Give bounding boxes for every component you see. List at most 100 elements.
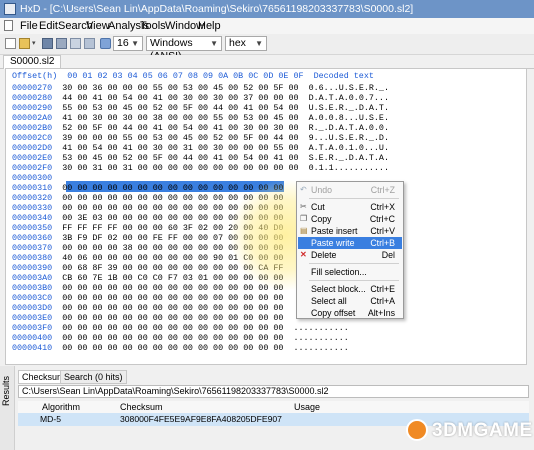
menu-view[interactable]: View bbox=[86, 20, 110, 32]
row-hex-bytes[interactable]: 00 00 00 00 38 00 00 00 00 00 00 00 00 0… bbox=[62, 243, 283, 253]
row-hex-bytes[interactable]: 00 00 00 00 00 00 00 00 00 00 00 00 00 0… bbox=[62, 203, 283, 213]
row-hex-bytes[interactable]: 00 68 8F 39 00 00 00 00 00 00 00 00 00 C… bbox=[62, 263, 283, 273]
column-checksum[interactable]: Checksum bbox=[120, 401, 163, 413]
row-hex-bytes[interactable]: 30 00 31 00 31 00 00 00 00 00 00 00 00 0… bbox=[62, 163, 298, 173]
hex-row[interactable]: 00000410 00 00 00 00 00 00 00 00 00 00 0… bbox=[12, 343, 349, 353]
hex-row[interactable]: 000002A0 41 00 30 00 30 00 38 00 00 00 5… bbox=[12, 113, 389, 123]
row-hex-bytes[interactable]: 00 00 00 00 00 00 00 00 00 00 00 00 00 0… bbox=[62, 343, 283, 353]
hex-row[interactable]: 00000400 00 00 00 00 00 00 00 00 00 00 0… bbox=[12, 333, 349, 343]
row-hex-bytes[interactable]: 3B F9 DF 02 00 00 FE FF 00 00 07 00 00 0… bbox=[62, 233, 283, 243]
hex-row[interactable]: 00000350 FF FF FF FF 00 00 00 60 3F 02 0… bbox=[12, 223, 293, 233]
row-hex-bytes[interactable]: 59 C0 D2 A3 07 36 0B 33 BE 52 9D 0A 8A 5… bbox=[62, 173, 283, 183]
hex-row[interactable]: 00000360 3B F9 DF 02 00 00 FE FF 00 00 0… bbox=[12, 233, 293, 243]
bytes-per-row-select[interactable]: 16 ▼ bbox=[113, 36, 143, 51]
row-decoded-text[interactable]: A.T.A.0.1.0...U. bbox=[309, 143, 389, 153]
row-hex-bytes[interactable]: 41 00 30 00 30 00 38 00 00 00 55 00 53 0… bbox=[62, 113, 298, 123]
row-hex-bytes[interactable]: 00 00 00 00 00 00 00 00 00 00 00 00 00 0… bbox=[62, 333, 283, 343]
menu-help[interactable]: Help bbox=[198, 20, 221, 32]
row-hex-bytes[interactable]: 00 00 00 00 00 00 00 00 00 00 00 00 00 0… bbox=[62, 283, 283, 293]
row-hex-bytes[interactable]: FF FF FF FF 00 00 00 60 3F 02 00 20 00 4… bbox=[62, 223, 283, 233]
row-decoded-text[interactable]: 0.1.1........... bbox=[309, 163, 389, 173]
hex-row[interactable]: 000003A0 CB 60 7E 1B 00 C0 C0 F7 03 01 0… bbox=[12, 273, 293, 283]
hex-row[interactable]: 000003D0 00 00 00 00 00 00 00 00 00 00 0… bbox=[12, 303, 293, 313]
menu-item-delete[interactable]: ✕ Delete Del bbox=[298, 249, 402, 261]
row-hex-bytes[interactable]: 41 00 54 00 41 00 30 00 31 00 30 00 00 0… bbox=[62, 143, 298, 153]
hex-row[interactable]: 00000390 00 68 8F 39 00 00 00 00 00 00 0… bbox=[12, 263, 293, 273]
menu-edit[interactable]: Edit bbox=[39, 20, 58, 32]
hex-row[interactable]: 000003F0 00 00 00 00 00 00 00 00 00 00 0… bbox=[12, 323, 349, 333]
hex-row[interactable]: 000002C0 39 00 00 00 55 00 53 00 45 00 5… bbox=[12, 133, 389, 143]
column-usage[interactable]: Usage bbox=[294, 401, 320, 413]
hex-row[interactable]: 00000340 00 3E 03 00 00 00 00 00 00 00 0… bbox=[12, 213, 293, 223]
menu-item-undo[interactable]: ↶ Undo Ctrl+Z bbox=[298, 184, 402, 196]
hex-row[interactable]: 00000320 00 00 00 00 00 00 00 00 00 00 0… bbox=[12, 193, 293, 203]
hex-row[interactable]: 000002B0 52 00 5F 00 44 00 41 00 54 00 4… bbox=[12, 123, 389, 133]
row-hex-bytes[interactable]: 30 00 36 00 00 00 55 00 53 00 45 00 52 0… bbox=[62, 83, 298, 93]
row-hex-bytes[interactable]: 00 00 00 00 00 00 00 00 00 00 00 00 00 0… bbox=[62, 303, 283, 313]
hex-row[interactable]: 00000290 55 00 53 00 45 00 52 00 5F 00 4… bbox=[12, 103, 389, 113]
charset-select[interactable]: Windows (ANSI) ▼ bbox=[146, 36, 222, 62]
row-decoded-text[interactable]: A.0.0.8...U.S.E. bbox=[309, 113, 389, 123]
save-icon[interactable] bbox=[42, 38, 53, 49]
row-hex-bytes[interactable]: 39 00 00 00 55 00 53 00 45 00 52 00 5F 0… bbox=[62, 133, 298, 143]
row-hex-bytes[interactable]: 00 00 00 00 00 00 00 00 00 00 00 00 00 0… bbox=[62, 183, 283, 193]
document-icon[interactable] bbox=[4, 20, 13, 31]
hex-row[interactable]: 000003B0 00 00 00 00 00 00 00 00 00 00 0… bbox=[12, 283, 293, 293]
row-decoded-text[interactable]: S.E.R._.D.A.T.A. bbox=[309, 153, 389, 163]
menu-item-cut[interactable]: ✂ Cut Ctrl+X bbox=[298, 201, 402, 213]
ram-icon[interactable] bbox=[84, 38, 95, 49]
display-mode-select[interactable]: hex ▼ bbox=[225, 36, 267, 51]
row-decoded-text[interactable]: U.S.E.R._.D.A.T. bbox=[309, 103, 389, 113]
hex-row[interactable]: 00000270 30 00 36 00 00 00 55 00 53 00 4… bbox=[12, 83, 389, 93]
new-file-icon[interactable] bbox=[5, 38, 16, 49]
row-hex-bytes[interactable]: 00 00 00 00 00 00 00 00 00 00 00 00 00 0… bbox=[62, 193, 283, 203]
file-tab[interactable]: S0000.sl2 bbox=[3, 55, 62, 69]
menu-item-paste-write[interactable]: Paste write Ctrl+B bbox=[298, 237, 402, 249]
hex-row[interactable]: 000003E0 00 00 00 00 00 00 00 00 00 00 0… bbox=[12, 313, 293, 323]
row-hex-bytes[interactable]: CB 60 7E 1B 00 C0 C0 F7 03 01 00 00 00 0… bbox=[62, 273, 283, 283]
menu-item-select-block[interactable]: Select block... Ctrl+E bbox=[298, 283, 402, 295]
row-decoded-text[interactable]: 0.6...U.S.E.R._. bbox=[309, 83, 389, 93]
menu-item-paste-insert[interactable]: ▤ Paste insert Ctrl+V bbox=[298, 225, 402, 237]
column-algorithm[interactable]: Algorithm bbox=[42, 401, 80, 413]
row-hex-bytes[interactable]: 00 00 00 00 00 00 00 00 00 00 00 00 00 0… bbox=[62, 293, 283, 303]
hex-row[interactable]: 000002E0 53 00 45 00 52 00 5F 00 44 00 4… bbox=[12, 153, 389, 163]
row-decoded-text[interactable]: ........... bbox=[293, 343, 348, 353]
row-hex-bytes[interactable]: 53 00 45 00 52 00 5F 00 44 00 41 00 54 0… bbox=[62, 153, 298, 163]
menu-item-fill-selection[interactable]: Fill selection... bbox=[298, 266, 402, 278]
hex-row[interactable]: 00000370 00 00 00 00 38 00 00 00 00 00 0… bbox=[12, 243, 293, 253]
row-decoded-text[interactable]: ........... bbox=[293, 323, 348, 333]
row-hex-bytes[interactable]: 00 00 00 00 00 00 00 00 00 00 00 00 00 0… bbox=[62, 323, 283, 333]
tab-search[interactable]: Search (0 hits) bbox=[60, 370, 127, 384]
row-hex-bytes[interactable]: 40 06 00 00 00 00 00 00 00 00 90 01 C0 0… bbox=[62, 253, 283, 263]
row-decoded-text[interactable]: ........... bbox=[293, 333, 348, 343]
row-decoded-text[interactable]: D.A.T.A.0.0.7... bbox=[309, 93, 389, 103]
bytes-per-row-value: 16 bbox=[117, 37, 129, 49]
row-decoded-text[interactable]: R._.D.A.T.A.0.0. bbox=[309, 123, 389, 133]
hex-row[interactable]: 00000380 40 06 00 00 00 00 00 00 00 00 9… bbox=[12, 253, 293, 263]
hex-row[interactable]: 00000300 59 C0 D2 A3 07 36 0B 33 BE 52 9… bbox=[12, 173, 293, 183]
row-hex-bytes[interactable]: 00 3E 03 00 00 00 00 00 00 00 00 00 00 0… bbox=[62, 213, 283, 223]
menu-item-copy[interactable]: ❐ Copy Ctrl+C bbox=[298, 213, 402, 225]
hex-editor[interactable]: Offset(h) 00 01 02 03 04 05 06 07 08 09 … bbox=[5, 68, 527, 365]
open-folder-icon[interactable] bbox=[19, 38, 30, 49]
menu-file[interactable]: File bbox=[20, 20, 38, 32]
results-side-tab[interactable]: Results bbox=[0, 366, 15, 450]
menu-tools[interactable]: Tools bbox=[140, 20, 166, 32]
hex-row[interactable]: 00000280 44 00 41 00 54 00 41 00 30 00 3… bbox=[12, 93, 389, 103]
menu-item-copy-offset[interactable]: Copy offset Alt+Ins bbox=[298, 307, 402, 318]
save-all-icon[interactable] bbox=[56, 38, 67, 49]
row-hex-bytes[interactable]: 55 00 53 00 45 00 52 00 5F 00 44 00 41 0… bbox=[62, 103, 298, 113]
hex-row[interactable]: 000002F0 30 00 31 00 31 00 00 00 00 00 0… bbox=[12, 163, 389, 173]
hex-row[interactable]: 00000310 00 00 00 00 00 00 00 00 00 00 0… bbox=[12, 183, 293, 193]
menu-item-select-all[interactable]: Select all Ctrl+A bbox=[298, 295, 402, 307]
hex-row[interactable]: 00000330 00 00 00 00 00 00 00 00 00 00 0… bbox=[12, 203, 293, 213]
dropdown-arrow-icon[interactable]: ▾ bbox=[32, 38, 38, 49]
row-hex-bytes[interactable]: 44 00 41 00 54 00 41 00 30 00 30 00 37 0… bbox=[62, 93, 298, 103]
properties-icon[interactable] bbox=[70, 38, 81, 49]
row-hex-bytes[interactable]: 00 00 00 00 00 00 00 00 00 00 00 00 00 0… bbox=[62, 313, 283, 323]
row-decoded-text[interactable]: 9...U.S.E.R._.D. bbox=[309, 133, 389, 143]
row-hex-bytes[interactable]: 52 00 5F 00 44 00 41 00 54 00 41 00 30 0… bbox=[62, 123, 298, 133]
hex-row[interactable]: 000003C0 00 00 00 00 00 00 00 00 00 00 0… bbox=[12, 293, 293, 303]
hex-row[interactable]: 000002D0 41 00 54 00 41 00 30 00 31 00 3… bbox=[12, 143, 389, 153]
